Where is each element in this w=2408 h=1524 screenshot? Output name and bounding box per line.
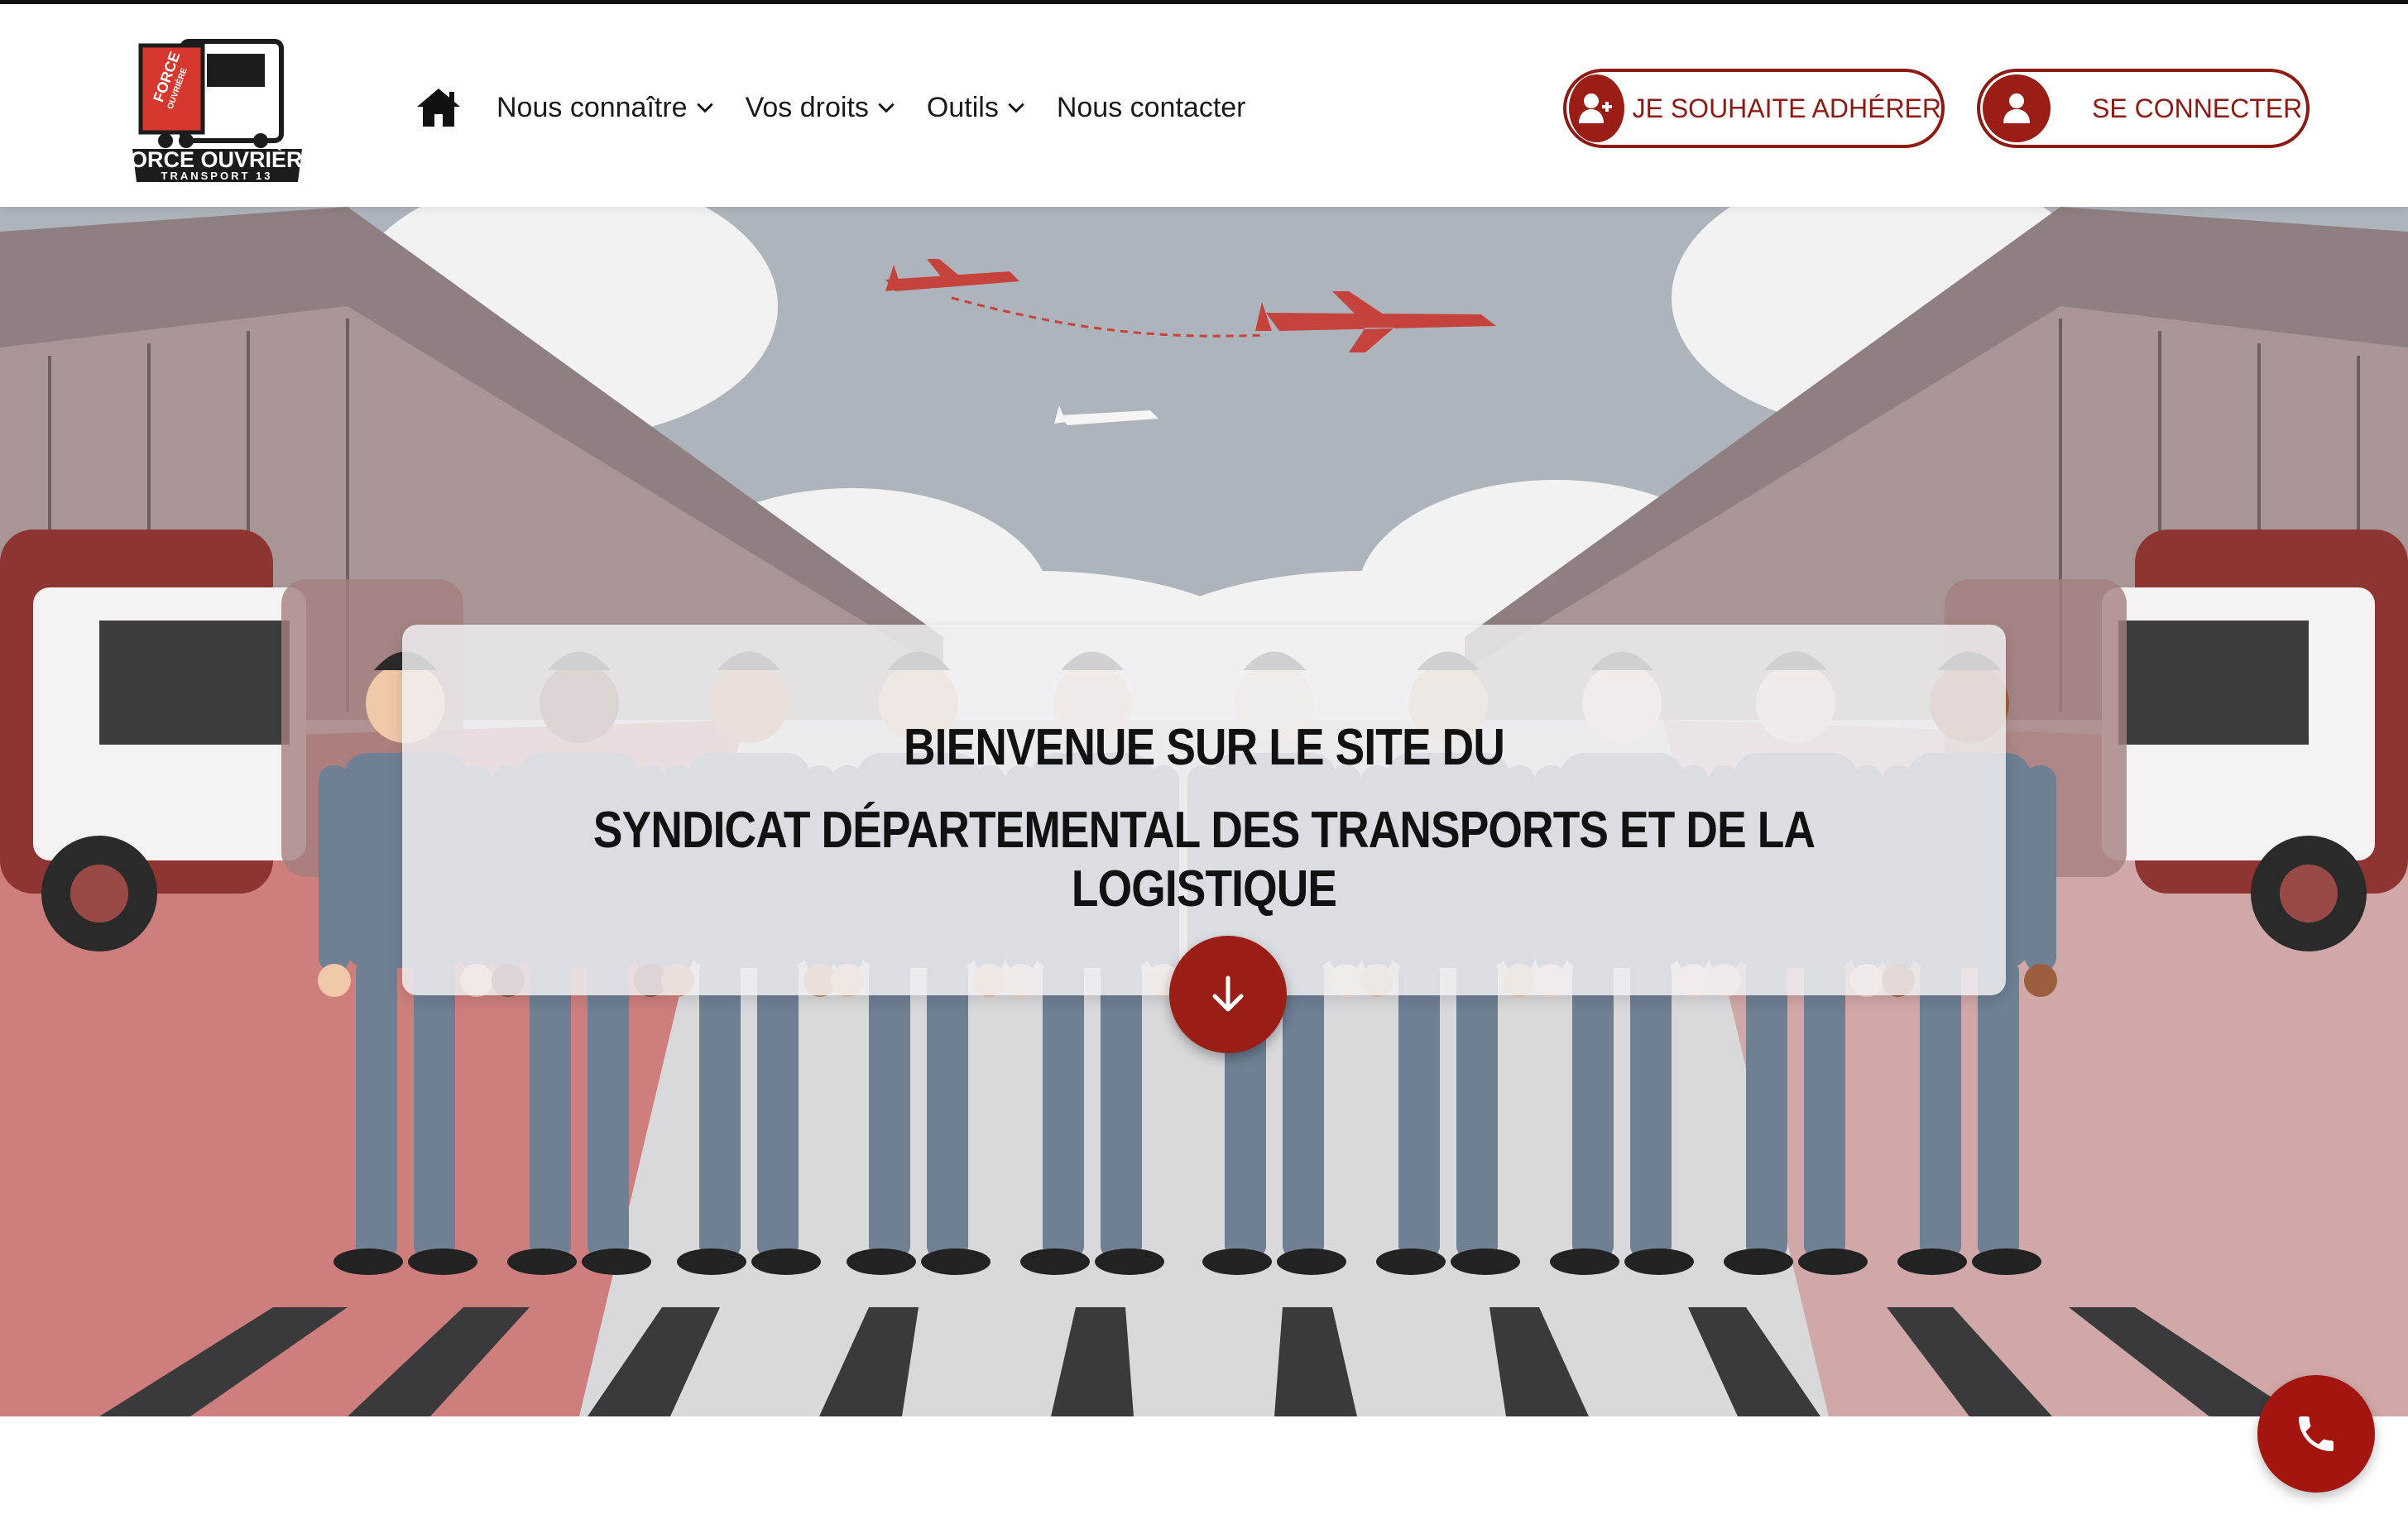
login-label: SE CONNECTER [2092, 93, 2303, 123]
logo-sub: TRANSPORT 13 [161, 170, 273, 182]
join-button[interactable]: JE SOUHAITE ADHÉRER [1563, 69, 1945, 148]
main-nav: Nous connaître Vos droits Outils Nous co… [414, 79, 1276, 137]
chevron-down-icon [1008, 103, 1024, 113]
hero-section: BIENVENUE SUR LE SITE DU SYNDICAT DÉPART… [0, 207, 2408, 1416]
logo-brand: FORCE OUVRIÈRE [124, 146, 310, 172]
nav-nous-connaitre[interactable]: Nous connaître [496, 92, 716, 124]
login-button[interactable]: SE CONNECTER [1977, 69, 2310, 148]
nav-nous-contacter[interactable]: Nous contacter [1057, 92, 1246, 124]
nav-outils[interactable]: Outils [927, 92, 1027, 124]
chevron-down-icon [878, 103, 895, 113]
nav-label: Outils [926, 91, 999, 123]
hero-title-line2: SYNDICAT DÉPARTEMENTAL DES TRANSPORTS ET… [592, 802, 1816, 918]
user-plus-icon [1569, 74, 1624, 142]
phone-icon [2299, 1416, 2334, 1451]
nav-vos-droits[interactable]: Vos droits [746, 92, 897, 124]
chevron-down-icon [696, 103, 713, 113]
user-icon [1983, 74, 2051, 142]
nav-label: Vos droits [745, 91, 869, 123]
home-icon [417, 89, 460, 127]
join-label: JE SOUHAITE ADHÉRER [1632, 93, 1941, 123]
home-link[interactable] [414, 83, 463, 132]
scroll-down-button[interactable] [1169, 936, 1287, 1053]
nav-label: Nous contacter [1056, 91, 1246, 123]
nav-label: Nous connaître [496, 91, 688, 123]
site-header: FORCE OUVRIÈRE FORCE OUVRIÈRE TRANSPORT … [0, 4, 2408, 207]
arrow-down-icon [1212, 975, 1244, 1012]
hero-title-line1: BIENVENUE SUR LE SITE DU [904, 719, 1505, 776]
site-logo[interactable]: FORCE OUVRIÈRE FORCE OUVRIÈRE TRANSPORT … [116, 25, 318, 190]
phone-call-button[interactable] [2257, 1375, 2375, 1493]
